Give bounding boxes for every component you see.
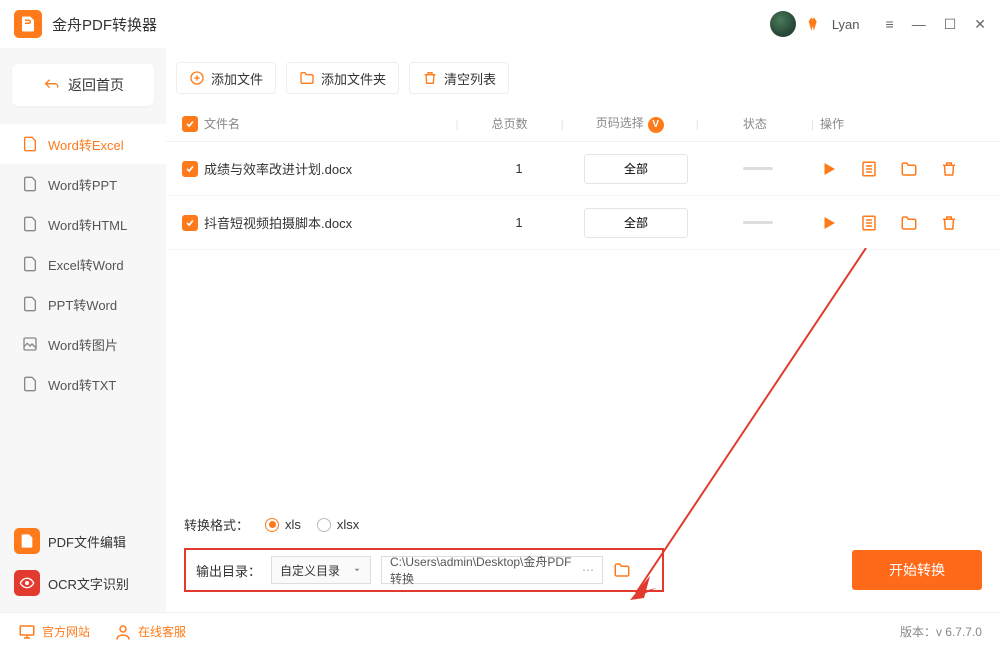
menu-icon[interactable]: ≡ — [886, 16, 894, 33]
col-range: 页码选择V — [570, 114, 690, 133]
output-path-field[interactable]: C:\Users\admin\Desktop\金舟PDF转换 ⋯ — [381, 556, 603, 584]
select-all-checkbox[interactable] — [182, 116, 198, 132]
col-name: 文件名 — [204, 115, 450, 132]
folder-icon — [299, 70, 315, 86]
footer: 官方网站 在线客服 版本：v 6.7.7.0 — [0, 612, 1000, 650]
sidebar-item-ppt-word[interactable]: PPT转Word — [0, 284, 166, 324]
clear-list-button[interactable]: 清空列表 — [409, 62, 509, 94]
minimize-icon[interactable]: ― — [912, 16, 926, 33]
pdf-edit-icon — [14, 528, 40, 554]
page-count: 1 — [474, 161, 564, 176]
avatar[interactable] — [770, 11, 796, 37]
sidebar-item-word-txt[interactable]: Word转TXT — [0, 364, 166, 404]
title-bar: 金舟PDF转换器 Lyan ≡ ― ☐ ✕ — [0, 0, 1000, 48]
page-range-button[interactable]: 全部 — [584, 154, 688, 184]
radio-xlsx[interactable]: xlsx — [317, 517, 359, 532]
file-icon — [22, 136, 38, 152]
headset-icon — [114, 623, 132, 641]
support-link[interactable]: 在线客服 — [114, 623, 186, 641]
status-empty — [743, 167, 773, 170]
list-icon[interactable] — [860, 160, 878, 178]
app-title: 金舟PDF转换器 — [52, 14, 770, 35]
page-count: 1 — [474, 215, 564, 230]
file-name: 成绩与效率改进计划.docx — [204, 159, 462, 178]
output-row: 输出目录： 自定义目录 C:\Users\admin\Desktop\金舟PDF… — [184, 548, 664, 592]
row-checkbox[interactable] — [182, 215, 198, 231]
play-icon[interactable] — [820, 214, 838, 232]
app-logo — [14, 10, 42, 38]
back-label: 返回首页 — [68, 75, 124, 95]
sidebar-item-excel-word[interactable]: Excel转Word — [0, 244, 166, 284]
output-label: 输出目录： — [196, 561, 261, 580]
delete-icon[interactable] — [940, 160, 958, 178]
main-panel: 添加文件 添加文件夹 清空列表 文件名 | 总页数 | 页码选择V | 状态 |… — [166, 48, 1000, 612]
col-ops: 操作 — [820, 115, 990, 132]
tool-ocr[interactable]: OCR文字识别 — [0, 562, 166, 604]
monitor-icon — [18, 623, 36, 641]
page-range-button[interactable]: 全部 — [584, 208, 688, 238]
delete-icon[interactable] — [940, 214, 958, 232]
start-convert-button[interactable]: 开始转换 — [852, 550, 982, 590]
vip-badge-icon: V — [648, 117, 664, 133]
file-icon — [22, 256, 38, 272]
play-icon[interactable] — [820, 160, 838, 178]
open-folder-icon[interactable] — [900, 214, 918, 232]
ocr-icon — [14, 570, 40, 596]
file-icon — [22, 376, 38, 392]
radio-xls[interactable]: xls — [265, 517, 301, 532]
image-icon — [22, 336, 38, 352]
back-button[interactable]: 返回首页 — [12, 64, 154, 106]
version-label: 版本：v 6.7.7.0 — [900, 623, 982, 640]
format-label: 转换格式： — [184, 515, 249, 534]
plus-circle-icon — [189, 70, 205, 86]
chevron-down-icon — [352, 565, 362, 575]
bottom-panel: 转换格式： xls xlsx 输出目录： 自定义目录 C:\Users\admi… — [166, 501, 1000, 612]
output-mode-dropdown[interactable]: 自定义目录 — [271, 556, 371, 584]
close-icon[interactable]: ✕ — [974, 16, 986, 33]
sidebar-item-word-excel[interactable]: Word转Excel — [0, 124, 166, 164]
browse-folder-icon[interactable] — [613, 561, 631, 579]
col-pages: 总页数 — [465, 115, 555, 132]
row-checkbox[interactable] — [182, 161, 198, 177]
toolbar: 添加文件 添加文件夹 清空列表 — [166, 48, 1000, 106]
back-arrow-icon — [42, 77, 60, 93]
add-folder-button[interactable]: 添加文件夹 — [286, 62, 399, 94]
file-icon — [22, 296, 38, 312]
trash-icon — [422, 70, 438, 86]
table-row: 成绩与效率改进计划.docx 1 全部 — [166, 142, 1000, 196]
username[interactable]: Lyan — [832, 17, 860, 32]
status-empty — [743, 221, 773, 224]
file-icon — [22, 176, 38, 192]
maximize-icon[interactable]: ☐ — [944, 16, 957, 33]
sidebar-item-word-ppt[interactable]: Word转PPT — [0, 164, 166, 204]
sidebar-item-word-html[interactable]: Word转HTML — [0, 204, 166, 244]
tool-pdf-edit[interactable]: PDF文件编辑 — [0, 520, 166, 562]
sidebar-item-word-image[interactable]: Word转图片 — [0, 324, 166, 364]
list-icon[interactable] — [860, 214, 878, 232]
file-icon — [22, 216, 38, 232]
add-file-button[interactable]: 添加文件 — [176, 62, 276, 94]
col-status: 状态 — [705, 115, 805, 132]
file-name: 抖音短视频拍摄脚本.docx — [204, 213, 462, 232]
sidebar: 返回首页 Word转Excel Word转PPT Word转HTML Excel… — [0, 48, 166, 612]
table-header: 文件名 | 总页数 | 页码选择V | 状态 | 操作 — [166, 106, 1000, 142]
table-row: 抖音短视频拍摄脚本.docx 1 全部 — [166, 196, 1000, 250]
vip-icon — [806, 16, 822, 32]
open-folder-icon[interactable] — [900, 160, 918, 178]
official-site-link[interactable]: 官方网站 — [18, 623, 90, 641]
